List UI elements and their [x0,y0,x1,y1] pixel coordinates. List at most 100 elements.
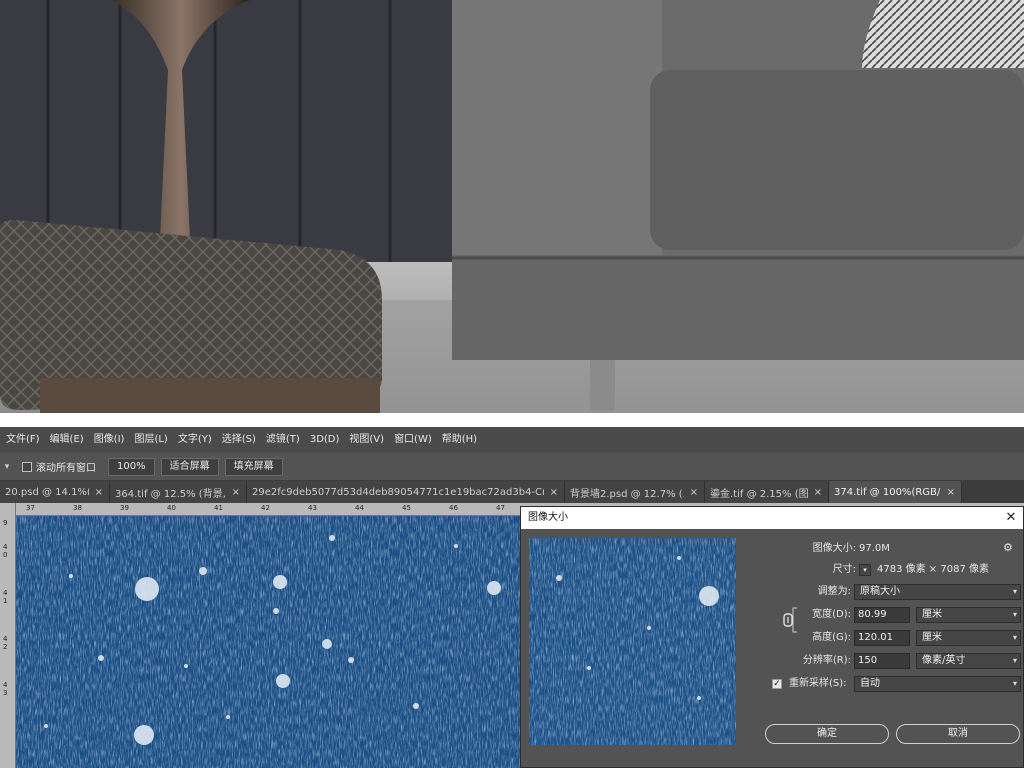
image-size-label-row: 图像大小: [771,541,856,557]
height-unit-value: 厘米 [922,632,942,643]
tab-label: 背景墙2.psd @ 12.7% (... [570,488,684,500]
document-tab[interactable]: 20.psd @ 14.1%(RG... × [0,481,110,503]
resample-value: 自动 [860,678,880,689]
chevron-down-icon: ▾ [1012,610,1017,619]
ruler-tick-label: 41 [3,589,8,605]
image-size-value: 97.0M [859,543,890,554]
ruler-tick-label: 41 [214,504,223,512]
width-input[interactable]: 80.99 [854,607,910,623]
gear-icon[interactable]: ⚙ [1003,540,1013,556]
chevron-down-icon: ▾ [1012,633,1017,642]
dimensions-label: 尺寸: [832,564,856,575]
zoom-100-button[interactable]: 100% [108,457,155,476]
cancel-button[interactable]: 取消 [896,724,1020,744]
chevron-down-icon: ▾ [1012,679,1017,688]
image-size-dialog: 图像大小 ✕ 图像大小: 97.0M ⚙ 尺寸: ▾ 4783 像素 × 708… [520,506,1024,768]
menu-item[interactable]: 滤镜(T) [261,427,305,453]
width-label-row: 宽度(D): [771,607,851,623]
fit-screen-button[interactable]: 适合屏幕 [160,457,219,476]
tab-label: 20.psd @ 14.1%(RG... [5,486,89,498]
image-size-label: 图像大小: [812,543,856,554]
menu-item[interactable]: 图像(I) [89,427,130,453]
ruler-tick-label: 45 [402,504,411,512]
tab-label: 374.tif @ 100%(RGB/8#) [834,486,941,498]
resample-label: 重新采样(S): [789,678,847,689]
fit-to-label-row: 调整为: [771,584,851,600]
photoshop-window: 文件(F) 编辑(E) 图像(I) 图层(L) 文字(Y) 选择(S) 滤镜(T) 3D(D)… [0,427,1024,768]
background-photo [0,0,1024,413]
dialog-title: 图像大小 [521,507,1023,529]
ruler-tick-label: 43 [3,681,8,697]
menu-item[interactable]: 图层(L) [129,427,172,453]
menu-item[interactable]: 文件(F) [0,427,45,453]
separator-strip [0,413,1024,427]
dimensions-unit-dropdown[interactable]: ▾ [859,564,871,576]
image-preview[interactable] [529,538,736,745]
height-label: 高度(G): [812,632,851,643]
document-tab[interactable]: 364.tif @ 12.5% (背景, R... × [110,481,247,503]
ruler-tick-label: 43 [308,504,317,512]
fit-to-label: 调整为: [817,586,851,597]
resample-checkbox[interactable]: ✓ [772,679,782,689]
resolution-input[interactable]: 150 [854,653,910,669]
fit-to-select[interactable]: 原稿大小 ▾ [854,584,1021,600]
document-canvas[interactable] [16,516,521,768]
dimensions-value: 4783 像素 × 7087 像素 [877,564,989,575]
height-label-row: 高度(G): [771,630,851,646]
fit-to-value: 原稿大小 [860,586,900,597]
document-tab[interactable]: 鎏金.tif @ 2.15% (图层 1... × [705,481,829,503]
menu-item[interactable]: 3D(D) [305,427,345,453]
canvas-image [16,516,521,768]
menu-item[interactable]: 视图(V) [344,427,389,453]
resolution-unit-select[interactable]: 像素/英寸 ▾ [916,653,1021,669]
height-input[interactable]: 120.01 [854,630,910,646]
close-icon[interactable]: ✕ [1003,507,1019,529]
ruler-tick-label: 40 [3,543,8,559]
menu-item[interactable]: 选择(S) [217,427,261,453]
ruler-tick-label: 42 [261,504,270,512]
tab-close-icon[interactable]: × [95,487,103,498]
menu-item[interactable]: 窗口(W) [389,427,437,453]
tab-close-icon[interactable]: × [232,487,240,498]
menu-bar: 文件(F) 编辑(E) 图像(I) 图层(L) 文字(Y) 选择(S) 滤镜(T) 3D(D)… [0,427,1024,453]
sofa-photo-image [0,0,1024,413]
ok-button[interactable]: 确定 [765,724,889,744]
resolution-unit-value: 像素/英寸 [922,655,966,666]
ruler-tick-label: 40 [167,504,176,512]
document-tab[interactable]: 背景墙2.psd @ 12.7% (... × [565,481,705,503]
chevron-down-icon: ▾ [1012,587,1017,596]
ruler-tick-label: 44 [355,504,364,512]
options-bar: ▾ 滚动所有窗口 100% 适合屏幕 填充屏幕 [0,453,1024,481]
width-label: 宽度(D): [812,609,851,620]
fill-screen-button[interactable]: 填充屏幕 [224,457,283,476]
resample-select[interactable]: 自动 ▾ [854,676,1021,692]
document-tabs: 20.psd @ 14.1%(RG...×364.tif @ 12.5% (背景… [0,481,1024,503]
scroll-all-checkbox[interactable] [22,461,32,472]
menu-item[interactable]: 编辑(E) [45,427,89,453]
height-unit-select[interactable]: 厘米 ▾ [916,630,1021,646]
tab-label: 鎏金.tif @ 2.15% (图层 1... [710,488,808,500]
tab-close-icon[interactable]: × [947,487,955,498]
ruler-tick-label: 37 [26,504,35,512]
vertical-ruler: 9 40 41 42 43 [0,503,16,768]
resolution-label-row: 分辨率(R): [771,653,851,669]
ruler-tick-label: 46 [449,504,458,512]
scroll-all-label: 滚动所有窗口 [36,463,96,474]
document-tab[interactable]: 374.tif @ 100%(RGB/8#) × [829,481,962,503]
tab-label: 29e2fc9deb5077d53d4deb89054771c1e19bac72… [252,486,544,498]
width-unit-value: 厘米 [922,609,942,620]
ruler-tick-label: 38 [73,504,82,512]
menu-item[interactable]: 帮助(H) [437,427,482,453]
chevron-down-icon: ▾ [1012,656,1017,665]
menu-item[interactable]: 文字(Y) [173,427,217,453]
tab-close-icon[interactable]: × [550,487,558,498]
tab-close-icon[interactable]: × [814,487,822,498]
width-unit-select[interactable]: 厘米 ▾ [916,607,1021,623]
tool-preset-chevron-icon[interactable]: ▾ [0,462,14,472]
ruler-tick-label: 9 [3,519,8,527]
ruler-tick-label: 42 [3,635,8,651]
ruler-tick-label: 47 [496,504,505,512]
dimensions-label-row: 尺寸: [771,562,856,578]
tab-close-icon[interactable]: × [690,487,698,498]
document-tab[interactable]: 29e2fc9deb5077d53d4deb89054771c1e19bac72… [247,481,565,503]
